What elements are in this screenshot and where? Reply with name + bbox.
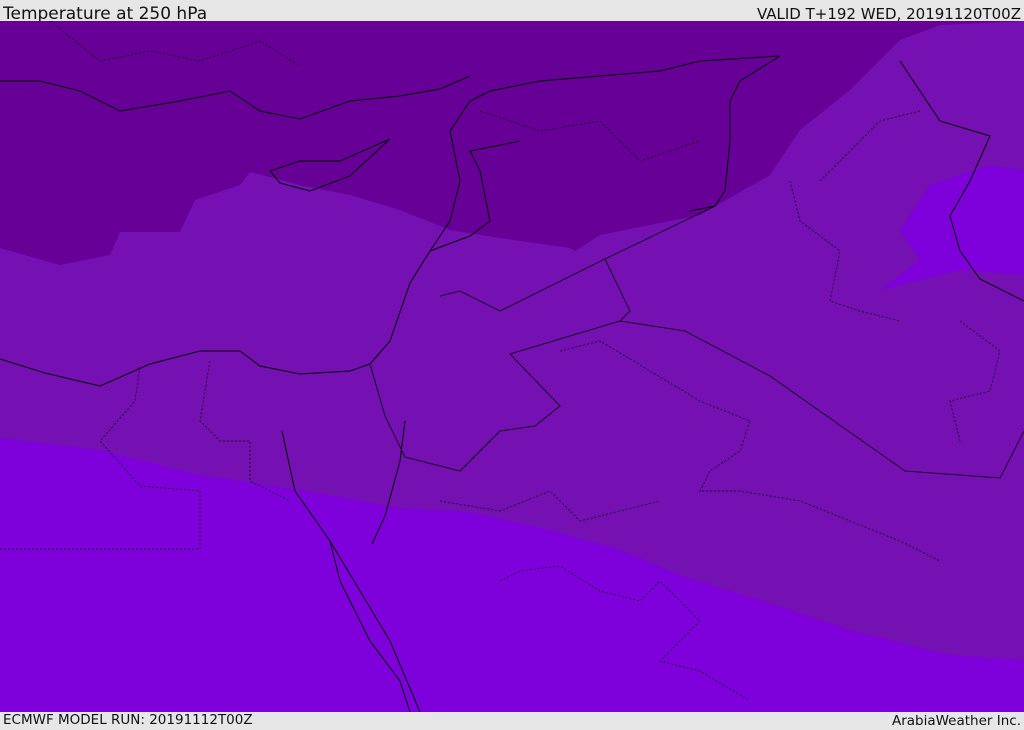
header-bar: Temperature at 250 hPa VALID T+192 WED, …: [0, 0, 1024, 24]
footer-bar: ECMWF MODEL RUN: 20191112T00Z ArabiaWeat…: [0, 712, 1024, 729]
temperature-map: [0, 21, 1024, 712]
credit-label: ArabiaWeather Inc.: [891, 713, 1021, 729]
model-run-label: ECMWF MODEL RUN: 20191112T00Z: [3, 712, 253, 728]
